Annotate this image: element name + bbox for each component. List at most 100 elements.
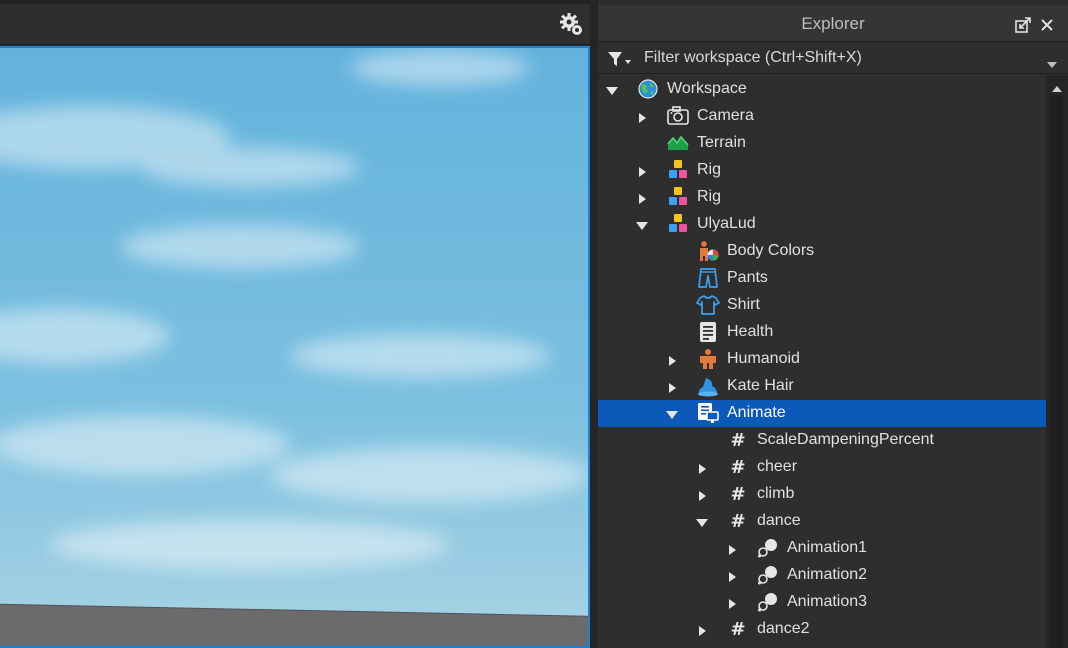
expand-arrow-collapsed-icon[interactable] [666,381,678,393]
expand-arrow-collapsed-icon[interactable] [726,570,738,582]
tree-item-cheer[interactable]: # cheer [598,454,1046,481]
accessory-icon [696,375,720,397]
expand-arrow-collapsed-icon[interactable] [636,165,648,177]
tree-item-label: Kate Hair [727,377,794,394]
tree-item-shirt[interactable]: Shirt [598,292,1046,319]
expand-arrow-collapsed-icon[interactable] [696,489,708,501]
tree-item-label: UlyaLud [697,215,756,232]
camera-icon [666,105,690,127]
tree-item-label: dance [757,512,801,529]
tree-item-scaledampeningpercent[interactable]: # ScaleDampeningPercent [598,427,1046,454]
tree-item-label: dance2 [757,620,810,637]
tree-item-health[interactable]: Health [598,319,1046,346]
model-icon [666,186,690,208]
expand-arrow-collapsed-icon[interactable] [726,543,738,555]
tree-item-label: ScaleDampeningPercent [757,431,934,448]
tree-item-label: Animate [727,404,786,421]
scroll-thumb[interactable] [1051,95,1063,648]
tree-item-label: Workspace [667,80,747,97]
expand-arrow-collapsed-icon[interactable] [696,462,708,474]
animation-icon [756,591,780,613]
workspace-icon [636,78,660,100]
value-icon: # [726,510,750,532]
viewport-scene [0,48,588,646]
tree-item-rig[interactable]: Rig [598,184,1046,211]
tree-item-label: Animation2 [787,566,868,583]
tree-item-camera[interactable]: Camera [598,103,1046,130]
tree-item-workspace[interactable]: Workspace [598,76,1046,103]
tree-item-rig[interactable]: Rig [598,157,1046,184]
pants-icon [696,267,720,289]
tree-item-label: Pants [727,269,768,286]
filter-input[interactable] [644,47,1034,69]
tree-item-animation3[interactable]: Animation3 [598,589,1046,616]
gear-icon[interactable] [559,12,583,36]
expand-arrow-expanded-icon[interactable] [666,408,678,420]
tree-item-label: Camera [697,107,754,124]
explorer-title: Explorer [801,14,865,33]
chevron-down-icon[interactable] [1046,54,1058,68]
close-icon[interactable] [1038,16,1056,34]
tree-item-dance2[interactable]: # dance2 [598,616,1046,643]
script-icon [696,321,720,343]
expand-arrow-expanded-icon[interactable] [696,516,708,528]
humanoid-icon [696,348,720,370]
tree-item-kate-hair[interactable]: Kate Hair [598,373,1046,400]
value-icon: # [726,429,750,451]
value-icon: # [726,618,750,640]
tree-item-terrain[interactable]: Terrain [598,130,1046,157]
expand-arrow-collapsed-icon[interactable] [636,192,648,204]
tree-item-label: Animation3 [787,593,868,610]
animation-icon [756,564,780,586]
value-icon: # [726,483,750,505]
filter-bar [598,43,1068,74]
expand-arrow-collapsed-icon[interactable] [696,624,708,636]
viewport-top-strip [0,0,592,4]
value-icon: # [726,456,750,478]
explorer-panel: Explorer WorkspaceCameraTerrainRigRigUl [598,0,1068,648]
svg-text:#: # [730,484,745,505]
terrain-icon [666,132,690,154]
scroll-up-icon[interactable] [1051,79,1063,92]
undock-icon[interactable] [1014,16,1032,34]
shirt-icon [696,294,720,316]
tree-item-dance[interactable]: # dance [598,508,1046,535]
animation-icon [756,537,780,559]
tree-item-ulyalud[interactable]: UlyaLud [598,211,1046,238]
expand-arrow-collapsed-icon[interactable] [726,597,738,609]
viewport-toolbar [0,0,592,45]
tree-item-animation2[interactable]: Animation2 [598,562,1046,589]
tree-item-label: Body Colors [727,242,815,259]
svg-text:#: # [730,430,745,451]
tree-item-label: Animation1 [787,539,868,556]
explorer-titlebar: Explorer [598,5,1068,42]
filter-icon[interactable] [606,50,634,68]
expand-arrow-expanded-icon[interactable] [606,84,618,96]
tree-item-climb[interactable]: # climb [598,481,1046,508]
tree-item-label: Rig [697,161,722,178]
expand-arrow-collapsed-icon[interactable] [636,111,648,123]
tree-item-label: cheer [757,458,798,475]
tree-item-animate[interactable]: Animate [598,400,1046,427]
expand-arrow-collapsed-icon[interactable] [666,354,678,366]
svg-text:#: # [730,457,745,478]
viewport-3d[interactable] [0,46,590,648]
svg-text:#: # [730,619,745,640]
tree-item-label: Terrain [697,134,746,151]
tree-item-label: Shirt [727,296,760,313]
tree-item-body-colors[interactable]: Body Colors [598,238,1046,265]
tree-item-pants[interactable]: Pants [598,265,1046,292]
local-script-icon [696,402,720,424]
panel-splitter[interactable] [590,0,598,648]
tree-item-humanoid[interactable]: Humanoid [598,346,1046,373]
tree-item-label: climb [757,485,795,502]
expand-arrow-expanded-icon[interactable] [636,219,648,231]
explorer-tree: Workspace Camera Terrain Rig Rig UlyaLud Body … [598,75,1046,648]
tree-item-animation1[interactable]: Animation1 [598,535,1046,562]
tree-item-label: Health [727,323,774,340]
scrollbar[interactable] [1046,75,1068,648]
tree-item-label: Humanoid [727,350,800,367]
model-icon [666,213,690,235]
body-colors-icon [696,240,720,262]
model-icon [666,159,690,181]
